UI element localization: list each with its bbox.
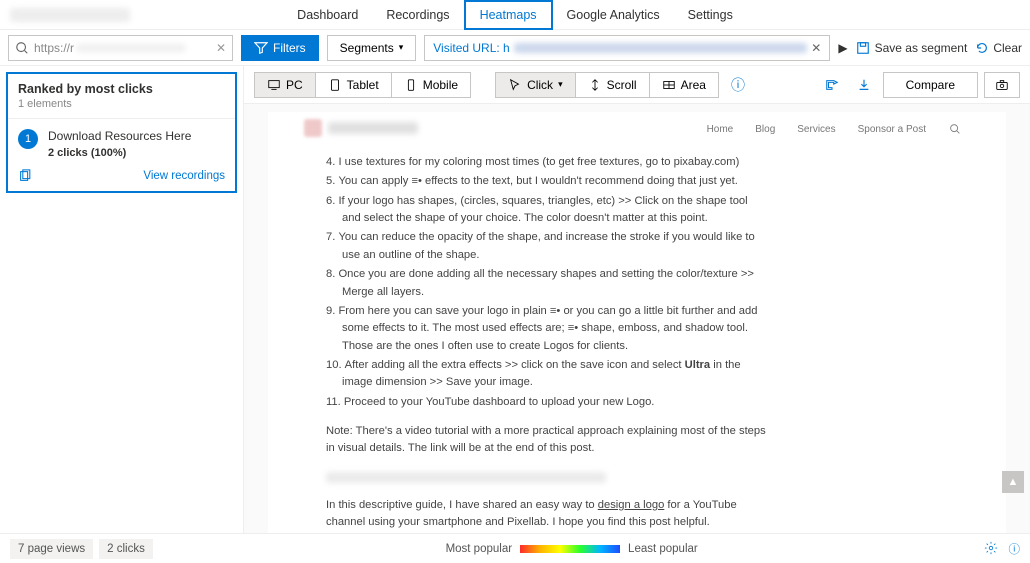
list-item: If your logo has shapes, (circles, squar… — [326, 193, 766, 228]
url-value: https://r — [34, 41, 74, 55]
info-icon[interactable]: ⓘ — [731, 75, 745, 95]
menu-home[interactable]: Home — [707, 122, 734, 138]
filters-button[interactable]: Filters — [241, 35, 319, 61]
footer-bar: 7 page views 2 clicks Most popular Least… — [0, 533, 1030, 563]
copy-icon[interactable] — [18, 169, 32, 183]
screenshot-button[interactable] — [984, 72, 1020, 98]
content-area: PC Tablet Mobile Click▾ Scroll Area ⓘ Co… — [244, 66, 1030, 533]
clear-button[interactable]: Clear — [975, 41, 1022, 55]
play-icon[interactable]: ▶ — [838, 41, 847, 55]
area-icon — [662, 78, 676, 92]
list-item: I use textures for my coloring most time… — [326, 154, 766, 171]
mode-area-button[interactable]: Area — [649, 72, 719, 98]
tablet-icon — [328, 78, 342, 92]
list-item: From here you can save your logo in plai… — [326, 303, 766, 355]
nav-settings[interactable]: Settings — [674, 2, 747, 28]
search-icon — [15, 41, 29, 55]
blurred-heading — [326, 472, 606, 483]
cursor-icon — [508, 78, 522, 92]
mode-click-button[interactable]: Click▾ — [495, 72, 575, 98]
pageviews-badge: 7 page views — [10, 539, 93, 559]
desc-text: In this descriptive guide, I have shared… — [326, 497, 766, 532]
info-icon[interactable]: ⓘ — [1008, 541, 1020, 557]
heatmap-toolbar: PC Tablet Mobile Click▾ Scroll Area ⓘ Co… — [244, 66, 1030, 104]
chevron-down-icon: ▾ — [558, 79, 563, 90]
site-menu: Home Blog Services Sponsor a Post — [707, 122, 962, 138]
ranked-title: Ranked by most clicks — [18, 82, 225, 96]
top-nav: Dashboard Recordings Heatmaps Google Ana… — [0, 0, 1030, 30]
steps-list: I use textures for my coloring most time… — [326, 154, 766, 411]
camera-icon — [995, 78, 1009, 92]
list-item: You can reduce the opacity of the shape,… — [326, 229, 766, 264]
device-tablet-button[interactable]: Tablet — [315, 72, 391, 98]
rank-badge: 1 — [18, 129, 38, 149]
url-blur — [76, 44, 186, 52]
device-mobile-button[interactable]: Mobile — [391, 72, 471, 98]
filter-icon — [254, 41, 268, 55]
ranked-item-label: Download Resources Here — [48, 129, 191, 143]
view-recordings-link[interactable]: View recordings — [143, 170, 225, 182]
share-icon[interactable] — [819, 74, 845, 96]
save-icon — [856, 41, 870, 55]
ranked-clicks-panel: Ranked by most clicks 1 elements 1 Downl… — [6, 72, 237, 193]
filter-bar: https://r ✕ Filters Segments▾ Visited UR… — [0, 30, 1030, 66]
nav-google-analytics[interactable]: Google Analytics — [553, 2, 674, 28]
ranked-item[interactable]: 1 Download Resources Here 2 clicks (100%… — [8, 119, 235, 169]
download-icon[interactable] — [851, 74, 877, 96]
list-item: After adding all the extra effects >> cl… — [326, 357, 766, 392]
scroll-icon — [588, 78, 602, 92]
clear-url-icon[interactable]: ✕ — [216, 41, 226, 55]
clicks-badge: 2 clicks — [99, 539, 153, 559]
nav-recordings[interactable]: Recordings — [372, 2, 463, 28]
search-icon[interactable] — [948, 122, 962, 138]
list-item: Once you are done adding all the necessa… — [326, 266, 766, 301]
url-input[interactable]: https://r ✕ — [8, 35, 233, 61]
visited-url-blur — [514, 43, 808, 53]
mode-group: Click▾ Scroll Area — [495, 72, 719, 98]
page-preview: Home Blog Services Sponsor a Post I use … — [244, 104, 1030, 533]
nav-heatmaps[interactable]: Heatmaps — [464, 0, 553, 30]
list-item: Proceed to your YouTube dashboard to upl… — [326, 394, 766, 411]
ranked-item-stat: 2 clicks (100%) — [48, 147, 191, 159]
ranked-subtitle: 1 elements — [18, 98, 225, 110]
compare-button[interactable]: Compare — [883, 72, 978, 98]
design-logo-link[interactable]: design a logo — [598, 499, 665, 511]
clear-visited-url-icon[interactable]: ✕ — [811, 41, 821, 55]
menu-sponsor[interactable]: Sponsor a Post — [858, 122, 926, 138]
monitor-icon — [267, 78, 281, 92]
menu-blog[interactable]: Blog — [755, 122, 775, 138]
nav-dashboard[interactable]: Dashboard — [283, 2, 372, 28]
segments-button[interactable]: Segments▾ — [327, 35, 417, 61]
device-group: PC Tablet Mobile — [254, 72, 471, 98]
heat-spectrum — [520, 545, 620, 553]
mobile-icon — [404, 78, 418, 92]
list-item: You can apply ≡• effects to the text, bu… — [326, 173, 766, 190]
scroll-top-button[interactable]: ▲ — [1002, 471, 1024, 493]
article-body: I use textures for my coloring most time… — [326, 154, 766, 533]
visited-url-field[interactable]: Visited URL: h ✕ — [424, 35, 830, 61]
heat-legend: Most popular Least popular — [446, 543, 698, 555]
session-title-blur — [10, 8, 130, 22]
menu-services[interactable]: Services — [797, 122, 835, 138]
refresh-icon — [975, 41, 989, 55]
save-as-segment-button[interactable]: Save as segment — [856, 41, 968, 55]
device-pc-button[interactable]: PC — [254, 72, 315, 98]
note-text: Note: There's a video tutorial with a mo… — [326, 423, 766, 458]
site-brand — [304, 119, 418, 137]
sidebar: Ranked by most clicks 1 elements 1 Downl… — [0, 66, 244, 533]
chevron-down-icon: ▾ — [399, 42, 404, 53]
gear-icon[interactable] — [984, 541, 998, 557]
mode-scroll-button[interactable]: Scroll — [575, 72, 649, 98]
